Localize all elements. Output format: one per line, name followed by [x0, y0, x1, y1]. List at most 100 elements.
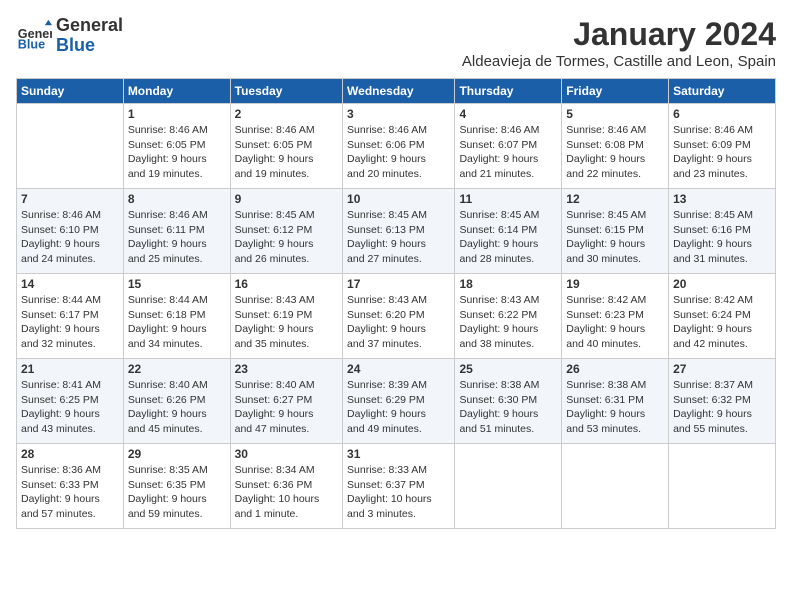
day-info: Sunrise: 8:43 AMSunset: 6:19 PMDaylight:…: [235, 293, 338, 352]
day-info: Sunrise: 8:44 AMSunset: 6:17 PMDaylight:…: [21, 293, 119, 352]
title-block: January 2024 Aldeavieja de Tormes, Casti…: [462, 16, 776, 70]
calendar-cell: 21Sunrise: 8:41 AMSunset: 6:25 PMDayligh…: [17, 359, 124, 444]
day-number: 17: [347, 277, 450, 291]
day-info: Sunrise: 8:46 AMSunset: 6:09 PMDaylight:…: [673, 123, 771, 182]
calendar-cell: 12 Sunrise: 8:45 AMSunset: 6:15 PMDayligh…: [562, 189, 669, 274]
day-info: Sunrise: 8:45 AMSunset: 6:12 PMDaylight:…: [235, 208, 338, 267]
calendar-cell: [669, 444, 776, 529]
calendar-cell: [455, 444, 562, 529]
day-number: 4: [459, 107, 557, 121]
header-friday: Friday: [562, 79, 669, 104]
calendar-cell: 24 Sunrise: 8:39 AMSunset: 6:29 PMDayligh…: [343, 359, 455, 444]
day-info: Sunrise: 8:45 AMSunset: 6:16 PMDaylight:…: [673, 208, 771, 267]
week-row-2: 14 Sunrise: 8:44 AMSunset: 6:17 PMDayligh…: [17, 274, 776, 359]
logo-general: General: [56, 16, 123, 36]
day-info: Sunrise: 8:42 AMSunset: 6:24 PMDaylight:…: [673, 293, 771, 352]
day-number: 27: [673, 362, 771, 376]
day-info: Sunrise: 8:46 AMSunset: 6:11 PMDaylight:…: [128, 208, 226, 267]
day-number: 3: [347, 107, 450, 121]
day-number: 11: [459, 192, 557, 206]
header-sunday: Sunday: [17, 79, 124, 104]
calendar-cell: 25 Sunrise: 8:38 AMSunset: 6:30 PMDayligh…: [455, 359, 562, 444]
day-number: 8: [128, 192, 226, 206]
header-saturday: Saturday: [669, 79, 776, 104]
header-tuesday: Tuesday: [230, 79, 342, 104]
calendar-cell: 28Sunrise: 8:36 AMSunset: 6:33 PMDayligh…: [17, 444, 124, 529]
calendar-cell: 6Sunrise: 8:46 AMSunset: 6:09 PMDaylight…: [669, 104, 776, 189]
week-row-1: 7 Sunrise: 8:46 AMSunset: 6:10 PMDaylight…: [17, 189, 776, 274]
day-info: Sunrise: 8:46 AMSunset: 6:08 PMDaylight:…: [566, 123, 664, 182]
calendar-cell: 17 Sunrise: 8:43 AMSunset: 6:20 PMDayligh…: [343, 274, 455, 359]
calendar-cell: 16 Sunrise: 8:43 AMSunset: 6:19 PMDayligh…: [230, 274, 342, 359]
day-info: Sunrise: 8:46 AMSunset: 6:07 PMDaylight:…: [459, 123, 557, 182]
svg-text:Blue: Blue: [18, 37, 45, 51]
day-number: 14: [21, 277, 119, 291]
day-number: 24: [347, 362, 450, 376]
calendar-cell: 4 Sunrise: 8:46 AMSunset: 6:07 PMDaylight…: [455, 104, 562, 189]
logo-text: General Blue: [56, 16, 123, 56]
header-thursday: Thursday: [455, 79, 562, 104]
day-info: Sunrise: 8:33 AMSunset: 6:37 PMDaylight:…: [347, 463, 450, 522]
day-info: Sunrise: 8:39 AMSunset: 6:29 PMDaylight:…: [347, 378, 450, 437]
week-row-3: 21Sunrise: 8:41 AMSunset: 6:25 PMDayligh…: [17, 359, 776, 444]
day-number: 25: [459, 362, 557, 376]
calendar-table: SundayMondayTuesdayWednesdayThursdayFrid…: [16, 78, 776, 529]
calendar-cell: 8 Sunrise: 8:46 AMSunset: 6:11 PMDaylight…: [123, 189, 230, 274]
day-number: 26: [566, 362, 664, 376]
day-number: 7: [21, 192, 119, 206]
calendar-cell: 13 Sunrise: 8:45 AMSunset: 6:16 PMDayligh…: [669, 189, 776, 274]
logo-icon: General Blue: [16, 18, 52, 54]
calendar-cell: 30Sunrise: 8:34 AMSunset: 6:36 PMDayligh…: [230, 444, 342, 529]
logo-blue: Blue: [56, 36, 123, 56]
header-wednesday: Wednesday: [343, 79, 455, 104]
calendar-cell: 10 Sunrise: 8:45 AMSunset: 6:13 PMDayligh…: [343, 189, 455, 274]
day-info: Sunrise: 8:46 AMSunset: 6:10 PMDaylight:…: [21, 208, 119, 267]
day-info: Sunrise: 8:40 AMSunset: 6:27 PMDaylight:…: [235, 378, 338, 437]
day-info: Sunrise: 8:45 AMSunset: 6:13 PMDaylight:…: [347, 208, 450, 267]
calendar-cell: 31 Sunrise: 8:33 AMSunset: 6:37 PMDayligh…: [343, 444, 455, 529]
calendar-subtitle: Aldeavieja de Tormes, Castille and Leon,…: [462, 53, 776, 70]
calendar-cell: 19Sunrise: 8:42 AMSunset: 6:23 PMDayligh…: [562, 274, 669, 359]
day-number: 2: [235, 107, 338, 121]
day-info: Sunrise: 8:45 AMSunset: 6:15 PMDaylight:…: [566, 208, 664, 267]
day-number: 13: [673, 192, 771, 206]
calendar-cell: 2 Sunrise: 8:46 AMSunset: 6:05 PMDaylight…: [230, 104, 342, 189]
day-info: Sunrise: 8:34 AMSunset: 6:36 PMDaylight:…: [235, 463, 338, 522]
day-info: Sunrise: 8:41 AMSunset: 6:25 PMDaylight:…: [21, 378, 119, 437]
calendar-cell: 9 Sunrise: 8:45 AMSunset: 6:12 PMDaylight…: [230, 189, 342, 274]
day-number: 9: [235, 192, 338, 206]
calendar-cell: 15 Sunrise: 8:44 AMSunset: 6:18 PMDayligh…: [123, 274, 230, 359]
day-info: Sunrise: 8:40 AMSunset: 6:26 PMDaylight:…: [128, 378, 226, 437]
calendar-cell: 26 Sunrise: 8:38 AMSunset: 6:31 PMDayligh…: [562, 359, 669, 444]
day-info: Sunrise: 8:43 AMSunset: 6:20 PMDaylight:…: [347, 293, 450, 352]
day-number: 10: [347, 192, 450, 206]
calendar-cell: 18 Sunrise: 8:43 AMSunset: 6:22 PMDayligh…: [455, 274, 562, 359]
day-info: Sunrise: 8:43 AMSunset: 6:22 PMDaylight:…: [459, 293, 557, 352]
day-info: Sunrise: 8:44 AMSunset: 6:18 PMDaylight:…: [128, 293, 226, 352]
logo: General Blue General Blue: [16, 16, 123, 56]
day-info: Sunrise: 8:45 AMSunset: 6:14 PMDaylight:…: [459, 208, 557, 267]
calendar-cell: 23Sunrise: 8:40 AMSunset: 6:27 PMDayligh…: [230, 359, 342, 444]
day-info: Sunrise: 8:46 AMSunset: 6:05 PMDaylight:…: [235, 123, 338, 182]
day-number: 18: [459, 277, 557, 291]
day-number: 31: [347, 447, 450, 461]
day-info: Sunrise: 8:46 AMSunset: 6:06 PMDaylight:…: [347, 123, 450, 182]
calendar-cell: 5Sunrise: 8:46 AMSunset: 6:08 PMDaylight…: [562, 104, 669, 189]
calendar-cell: 11 Sunrise: 8:45 AMSunset: 6:14 PMDayligh…: [455, 189, 562, 274]
header-monday: Monday: [123, 79, 230, 104]
day-number: 19: [566, 277, 664, 291]
calendar-cell: 3 Sunrise: 8:46 AMSunset: 6:06 PMDaylight…: [343, 104, 455, 189]
day-number: 15: [128, 277, 226, 291]
day-number: 1: [128, 107, 226, 121]
day-number: 16: [235, 277, 338, 291]
day-info: Sunrise: 8:35 AMSunset: 6:35 PMDaylight:…: [128, 463, 226, 522]
day-number: 20: [673, 277, 771, 291]
week-row-0: 1 Sunrise: 8:46 AMSunset: 6:05 PMDaylight…: [17, 104, 776, 189]
page-header: General Blue General Blue January 2024 A…: [16, 16, 776, 70]
day-info: Sunrise: 8:38 AMSunset: 6:30 PMDaylight:…: [459, 378, 557, 437]
day-info: Sunrise: 8:38 AMSunset: 6:31 PMDaylight:…: [566, 378, 664, 437]
calendar-title: January 2024: [462, 16, 776, 53]
day-number: 12: [566, 192, 664, 206]
day-number: 22: [128, 362, 226, 376]
day-info: Sunrise: 8:37 AMSunset: 6:32 PMDaylight:…: [673, 378, 771, 437]
